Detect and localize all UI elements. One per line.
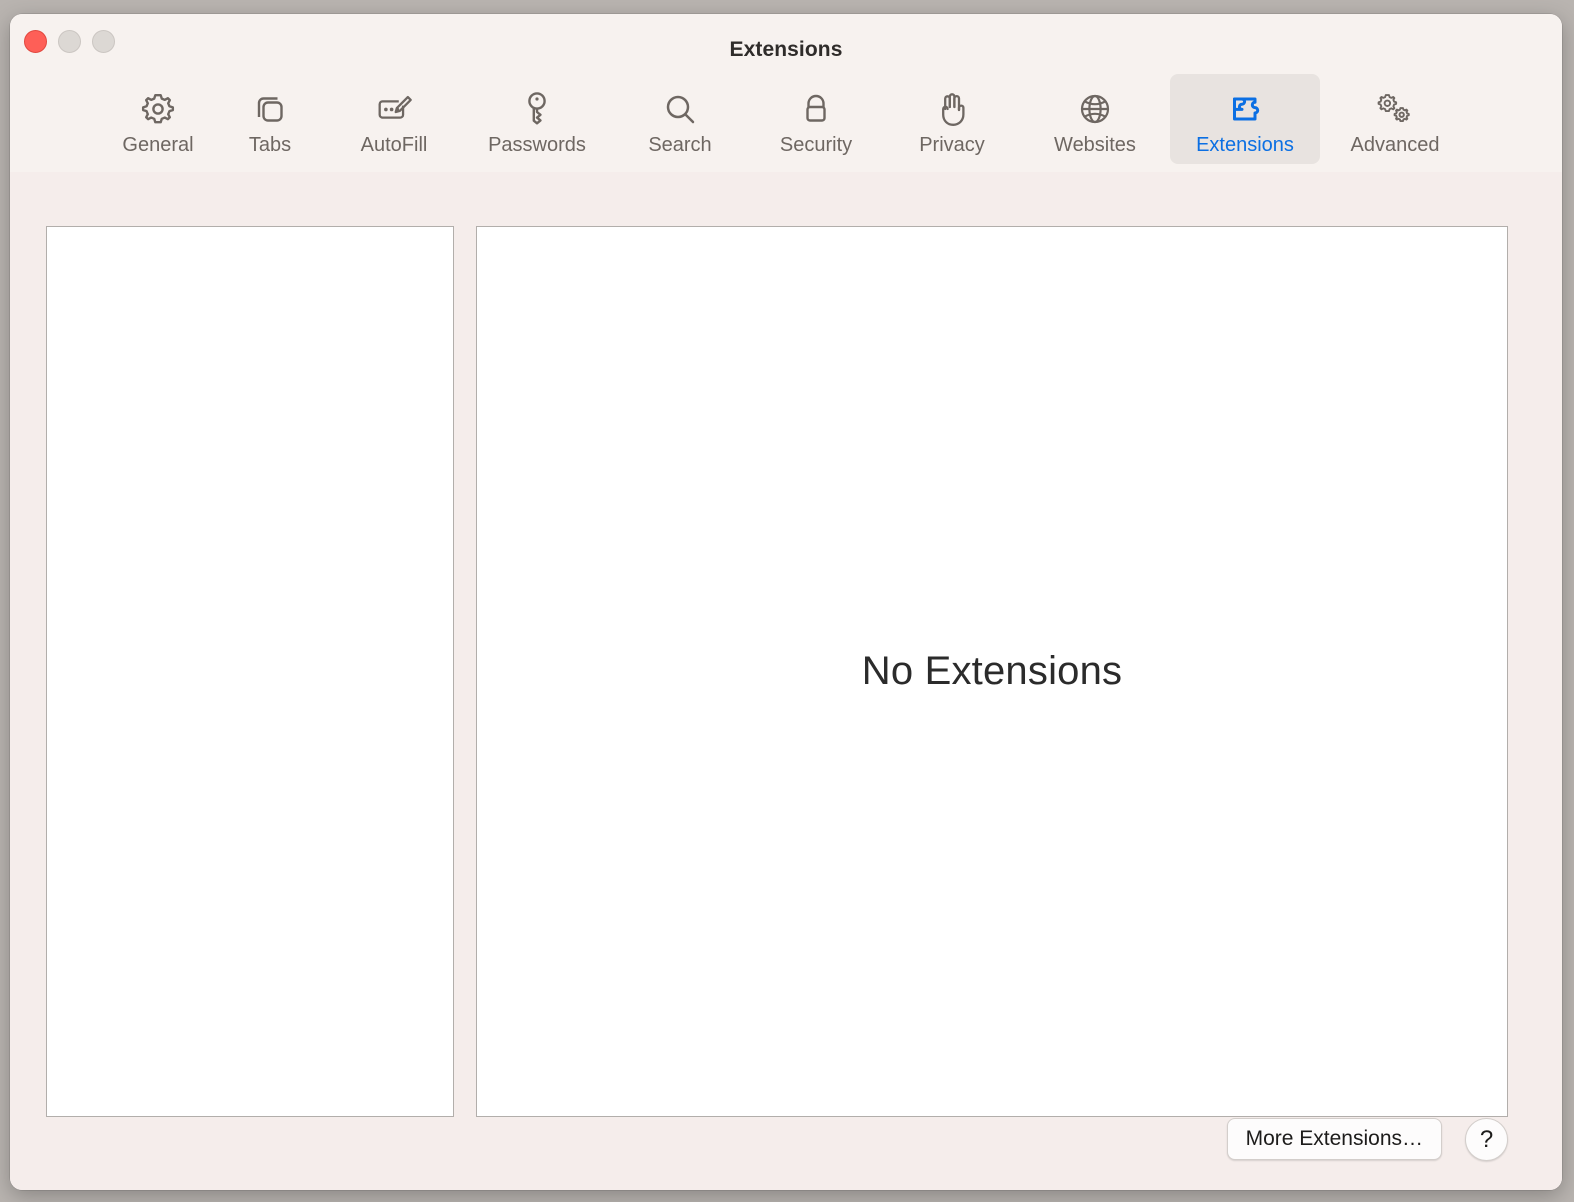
tab-label: AutoFill: [360, 134, 428, 156]
help-button[interactable]: ?: [1465, 1118, 1508, 1161]
more-extensions-button[interactable]: More Extensions…: [1226, 1118, 1442, 1160]
puzzle-icon: [1224, 88, 1266, 130]
tab-label: Search: [648, 134, 712, 156]
tab-privacy[interactable]: Privacy: [884, 74, 1020, 164]
tab-label: General: [122, 134, 194, 156]
tabs-icon: [249, 88, 291, 130]
globe-icon: [1074, 88, 1116, 130]
bottom-bar: More Extensions… ?: [10, 1102, 1562, 1190]
preferences-content: No Extensions More Extensions… ?: [10, 172, 1562, 1190]
tab-label: Tabs: [248, 134, 292, 156]
tab-security[interactable]: Security: [748, 74, 884, 164]
hand-icon: [931, 88, 973, 130]
tab-general[interactable]: General: [102, 74, 214, 164]
gear-icon: [137, 88, 179, 130]
tab-label: Passwords: [488, 134, 586, 156]
preferences-window: Extensions General Tabs AutoFill Passwor…: [10, 14, 1562, 1190]
lock-icon: [795, 88, 837, 130]
tab-label: Websites: [1054, 134, 1136, 156]
extensions-list-panel[interactable]: [46, 226, 454, 1117]
tab-search[interactable]: Search: [612, 74, 748, 164]
titlebar-toolbar: Extensions General Tabs AutoFill Passwor…: [10, 14, 1562, 173]
tab-label: Extensions: [1196, 134, 1294, 156]
tab-tabs[interactable]: Tabs: [214, 74, 326, 164]
no-extensions-message: No Extensions: [861, 649, 1123, 693]
tab-label: Security: [779, 134, 853, 156]
tab-advanced[interactable]: Advanced: [1320, 74, 1470, 164]
tab-passwords[interactable]: Passwords: [462, 74, 612, 164]
key-icon: [516, 88, 558, 130]
double-gear-icon: [1374, 88, 1416, 130]
tab-extensions[interactable]: Extensions: [1170, 74, 1320, 164]
tab-label: Privacy: [919, 134, 985, 156]
tab-autofill[interactable]: AutoFill: [326, 74, 462, 164]
extension-detail-panel: No Extensions: [476, 226, 1508, 1117]
tab-websites[interactable]: Websites: [1020, 74, 1170, 164]
preferences-tabstrip: General Tabs AutoFill Passwords Search S…: [10, 74, 1562, 170]
window-title: Extensions: [729, 38, 843, 61]
search-icon: [659, 88, 701, 130]
autofill-icon: [373, 88, 415, 130]
tab-label: Advanced: [1350, 134, 1440, 156]
